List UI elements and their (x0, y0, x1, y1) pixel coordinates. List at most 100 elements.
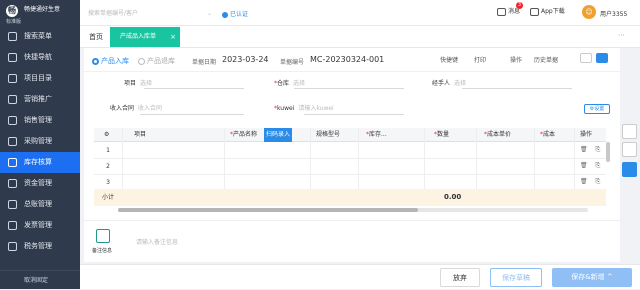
close-icon[interactable]: × (170, 27, 176, 47)
col-project: 项目 (134, 131, 147, 138)
divider (304, 114, 404, 115)
phone-icon (530, 7, 539, 16)
app-download-button[interactable]: App下载 (530, 6, 565, 16)
sidebar-item-inventory[interactable]: 库存核算 (0, 152, 80, 173)
cancel-button[interactable]: 放弃 (440, 268, 480, 287)
project-field[interactable]: 项目 选择 (124, 78, 152, 87)
search-icon (8, 32, 17, 41)
field-placeholder: 选择 (454, 80, 467, 87)
col-actions: 操作 (580, 131, 593, 138)
sidebar-item-marketing[interactable]: 营销推广 (0, 89, 80, 110)
app-download-label: App下载 (541, 8, 565, 15)
compass-icon (8, 53, 17, 62)
messages-badge: 3 (516, 2, 523, 9)
field-label: kuwei (277, 105, 295, 112)
sidebar-item-tax[interactable]: 税务管理 (0, 236, 80, 257)
list-view-icon[interactable] (580, 53, 592, 63)
warehouse-field[interactable]: *仓库 选择 (274, 78, 305, 87)
gear-icon[interactable]: ⚙ (104, 128, 109, 142)
expand-icon[interactable] (622, 162, 637, 177)
row-number: 2 (106, 163, 110, 170)
field-placeholder: 收入合同 (138, 105, 163, 112)
row-actions-icons[interactable]: 🗑 ⎘ (580, 178, 603, 186)
sidebar-item-label: 搜索菜单 (24, 32, 52, 40)
user-name[interactable]: 用户3355 (600, 9, 627, 18)
sidebar-item-invoice[interactable]: 发票管理 (0, 215, 80, 236)
sidebar-item-purchase[interactable]: 采购管理 (0, 131, 80, 152)
sidebar-item-search-menu[interactable]: 搜索菜单 (0, 26, 80, 47)
sidebar-item-label: 项目目录 (24, 74, 52, 82)
shortcut-button[interactable]: 快捷键 (440, 55, 458, 64)
sidebar-item-sales[interactable]: 销售管理 (0, 110, 80, 131)
field-label: 经手人 (432, 80, 451, 87)
note-label: 备注信息 (92, 248, 113, 254)
product-table: ⚙ 项目 *产品名称 扫码录入 规格型号 *库存... *数量 *成本单价 *成… (94, 128, 614, 206)
divider (144, 88, 244, 89)
tab-home[interactable]: 首页 (89, 26, 103, 48)
megaphone-icon (8, 95, 17, 104)
more-icon[interactable]: ⋯ (618, 31, 628, 41)
tab-product-inbound[interactable]: 产成品入库单 × (110, 27, 180, 47)
document-icon[interactable] (622, 124, 637, 139)
row-number: 1 (106, 147, 110, 154)
tab-label: 产成品入库单 (120, 33, 157, 40)
chevron-up-icon: ^ (606, 273, 613, 281)
table-header: ⚙ 项目 *产品名称 扫码录入 规格型号 *库存... *数量 *成本单价 *成… (94, 128, 606, 142)
unpin-label: 取消固定 (24, 277, 49, 284)
cart-icon (8, 116, 17, 125)
sidebar-item-projects[interactable]: 项目目录 (0, 68, 80, 89)
sidebar-item-label: 总账管理 (24, 200, 52, 208)
handler-field[interactable]: 经手人 选择 (432, 78, 466, 87)
grid-view-icon[interactable] (596, 53, 608, 63)
radio-product-in[interactable]: 产品入库 (92, 56, 129, 66)
search-input[interactable]: 搜索单据编号/客户 ⌄ (86, 8, 214, 20)
sidebar-item-label: 采购管理 (24, 137, 52, 145)
sidebar-item-ledger[interactable]: 总账管理 (0, 194, 80, 215)
row-actions-icons[interactable]: 🗑 ⎘ (580, 146, 603, 154)
col-unit-cost: *成本单价 (484, 131, 512, 138)
footer-bar: 放弃 保存草稿 保存&新增 ^ (80, 264, 640, 289)
table-row[interactable]: 2 🗑 ⎘ (94, 158, 606, 175)
scan-entry-button[interactable]: 扫码录入 (264, 128, 293, 142)
settings-button[interactable]: ⚙设置 (584, 104, 610, 114)
history-button[interactable]: 历史单据 (534, 55, 558, 64)
search-placeholder: 搜索单据编号/客户 (88, 10, 139, 17)
field-label: 收入合同 (110, 105, 135, 112)
radio-label: 产品入库 (101, 57, 129, 65)
divider (140, 114, 244, 115)
unpin-sidebar-button[interactable]: 取消固定 (0, 270, 80, 289)
chevron-down-icon: ⌄ (206, 10, 212, 17)
auth-status[interactable]: 已认证 (222, 9, 248, 18)
income-contract-field[interactable]: 收入合同 收入合同 (110, 103, 162, 112)
logo[interactable]: 畅 畅捷通好生意 标准版 (0, 0, 80, 26)
auth-label: 已认证 (230, 11, 249, 18)
sidebar-item-label: 快捷导航 (24, 53, 52, 61)
field-placeholder: 请输入kuwei (298, 105, 334, 112)
horizontal-scrollbar[interactable] (118, 208, 588, 212)
print-button[interactable]: 打印 (474, 55, 486, 64)
radio-product-return[interactable]: 产品退库 (138, 56, 175, 66)
vertical-scrollbar[interactable] (606, 142, 610, 162)
sidebar-item-funds[interactable]: 资金管理 (0, 173, 80, 194)
doc-no-field[interactable]: MC-20230324-001 (310, 55, 384, 64)
row-actions-icons[interactable]: 🗑 ⎘ (580, 162, 603, 170)
save-new-button[interactable]: 保存&新增 ^ (552, 268, 632, 287)
table-row[interactable]: 1 🗑 ⎘ (94, 142, 606, 159)
avatar[interactable]: ☺ (582, 5, 596, 19)
sidebar-item-quick-nav[interactable]: 快捷导航 (0, 47, 80, 68)
sidebar: 搜索菜单 快捷导航 项目目录 营销推广 销售管理 采购管理 库存核算 资金管理 … (0, 26, 80, 289)
operation-button[interactable]: 操作 (510, 55, 522, 64)
field-label: 仓库 (277, 80, 290, 87)
divider (462, 88, 572, 89)
scrollbar-thumb[interactable] (118, 208, 418, 212)
sidebar-item-label: 营销推广 (24, 95, 52, 103)
form-header-row: 产品入库 产品退库 单据日期 2023-03-24 单据编号 MC-202303… (84, 48, 620, 72)
save-draft-button[interactable]: 保存草稿 (490, 268, 542, 287)
attachment-icon[interactable] (622, 142, 637, 157)
note-input[interactable]: 请输入备注信息 (136, 237, 178, 246)
radio-label: 产品退库 (147, 57, 175, 65)
kuwei-field[interactable]: *kuwei 请输入kuwei (274, 103, 334, 112)
col-product-name: *产品名称 (230, 131, 258, 138)
sidebar-item-label: 库存核算 (24, 158, 52, 166)
date-field[interactable]: 2023-03-24 (222, 55, 269, 64)
